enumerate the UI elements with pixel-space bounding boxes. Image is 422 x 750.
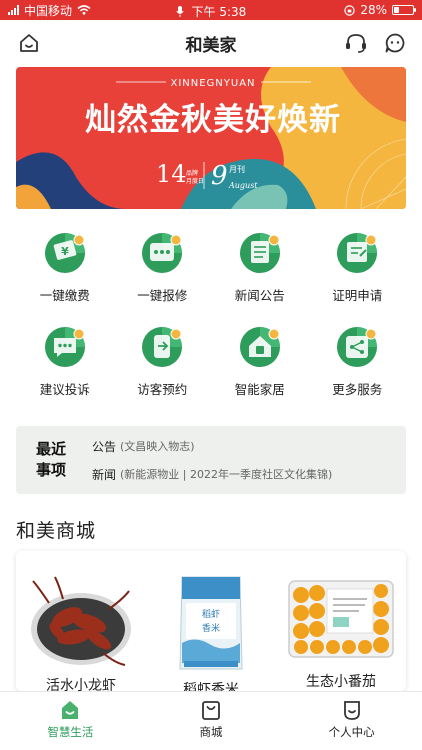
service-label: 访客预约 [137,382,188,397]
news-icon [239,232,281,274]
product-carousel: 活水小龙虾 稻虾 香米 稻虾香米 生态小番茄 [16,551,406,691]
microphone-icon [176,6,184,17]
recent-item-news[interactable]: 新闻 (新能源物业 | 2022年一季度社区文化集锦) [92,466,332,483]
svg-text:¥: ¥ [61,245,69,258]
battery-percent: 28% [360,3,387,17]
service-label: 一键缴费 [39,288,90,303]
crayfish-image [26,573,136,669]
service-smart-home[interactable]: 智能家居 [211,318,309,398]
payment-icon: ¥ [44,232,86,274]
more-services-icon [336,326,378,368]
service-label: 更多服务 [332,382,383,397]
carrier-label: 中国移动 [24,3,73,18]
recent-item-text: (文昌映入物志) [120,440,195,453]
service-label: 智能家居 [234,382,285,397]
service-repair[interactable]: 一键报修 [114,224,212,304]
recent-item-tag: 新闻 [92,467,117,482]
service-certificate[interactable]: 证明申请 [309,224,407,304]
banner-side-text-1: 品牌 [186,169,198,177]
banner-side-text-2: 月度日 [186,177,204,185]
chat-icon[interactable] [382,30,408,56]
promo-banner[interactable]: XINNEGNYUAN 灿然金秋美好焕新 14 品牌 月度日 9 月刊 Augu… [16,67,406,209]
repair-icon [141,232,183,274]
service-label: 建议投诉 [39,382,90,397]
smart-life-icon [62,701,79,719]
visitor-icon [141,326,183,368]
tab-smart-life[interactable]: 智慧生活 [0,692,141,750]
mall-section-title: 和美商城 [16,520,97,542]
certificate-icon [336,232,378,274]
recent-items-heading: 最近 事项 [36,440,67,479]
profile-icon [343,701,360,720]
banner-headline: 灿然金秋美好焕新 [85,102,341,138]
recent-item-text: (新能源物业 | 2022年一季度社区文化集锦) [120,468,333,481]
rotation-lock-icon [344,4,356,16]
banner-month: 9 [211,161,228,191]
service-label: 一键报修 [137,288,188,303]
service-feedback[interactable]: 建议投诉 [16,318,114,398]
service-label: 证明申请 [332,288,383,303]
home-icon[interactable] [16,30,42,56]
rice-bag-image: 稻虾 香米 [156,573,266,673]
service-grid: ¥ 一键缴费 一键报修 新闻公告 证明申请建议投诉 访客预约 智能家居 更多服务 [16,224,406,398]
wifi-icon [77,5,91,15]
tab-label: 个人中心 [328,725,375,739]
top-header: 和美家 [0,20,422,66]
page-title: 和美家 [185,35,237,56]
recent-item-tag: 公告 [92,439,117,454]
product-name: 活水小龙虾 [46,678,116,691]
svg-text:香米: 香米 [202,622,220,634]
smart-home-icon [239,326,281,368]
service-news[interactable]: 新闻公告 [211,224,309,304]
banner-month-unit: 月刊 [229,165,245,174]
tab-shop[interactable]: 商城 [141,692,282,750]
service-more-services[interactable]: 更多服务 [309,318,407,398]
tab-profile[interactable]: 个人中心 [281,692,422,750]
status-bar: 中国移动 下午 5:38 28% [0,0,422,20]
bottom-tab-bar: 智慧生活 商城 个人中心 [0,691,422,750]
product-name: 稻虾香米 [183,682,239,691]
product-name: 生态小番茄 [306,674,376,690]
signal-icon [8,5,19,15]
service-label: 新闻公告 [234,288,285,303]
banner-issue-number: 14 [156,160,187,188]
shop-bag-icon [202,701,220,720]
service-visitor[interactable]: 访客预约 [114,318,212,398]
product-card[interactable]: 生态小番茄 [286,573,396,691]
clock: 下午 5:38 [191,5,247,19]
product-card[interactable]: 活水小龙虾 [26,573,136,691]
recent-items-card[interactable]: 最近 事项 公告 (文昌映入物志) 新闻 (新能源物业 | 2022年一季度社区… [16,426,406,494]
recent-item-announcement[interactable]: 公告 (文昌映入物志) [92,438,332,455]
battery-icon [392,5,416,15]
tab-label: 商城 [199,725,223,739]
svg-text:稻虾: 稻虾 [202,608,220,620]
product-card[interactable]: 稻虾 香米 稻虾香米 [156,573,266,691]
headset-icon[interactable] [343,30,369,56]
service-payment[interactable]: ¥ 一键缴费 [16,224,114,304]
app-screen: 中国移动 下午 5:38 28% 和美家 XINNEGNYUAN 灿然金秋美好焕… [0,0,422,750]
feedback-icon [44,326,86,368]
tomato-box-image [286,573,396,665]
tab-label: 智慧生活 [47,725,94,739]
banner-month-en: August [228,181,258,190]
banner-top-text: XINNEGNYUAN [170,78,255,89]
